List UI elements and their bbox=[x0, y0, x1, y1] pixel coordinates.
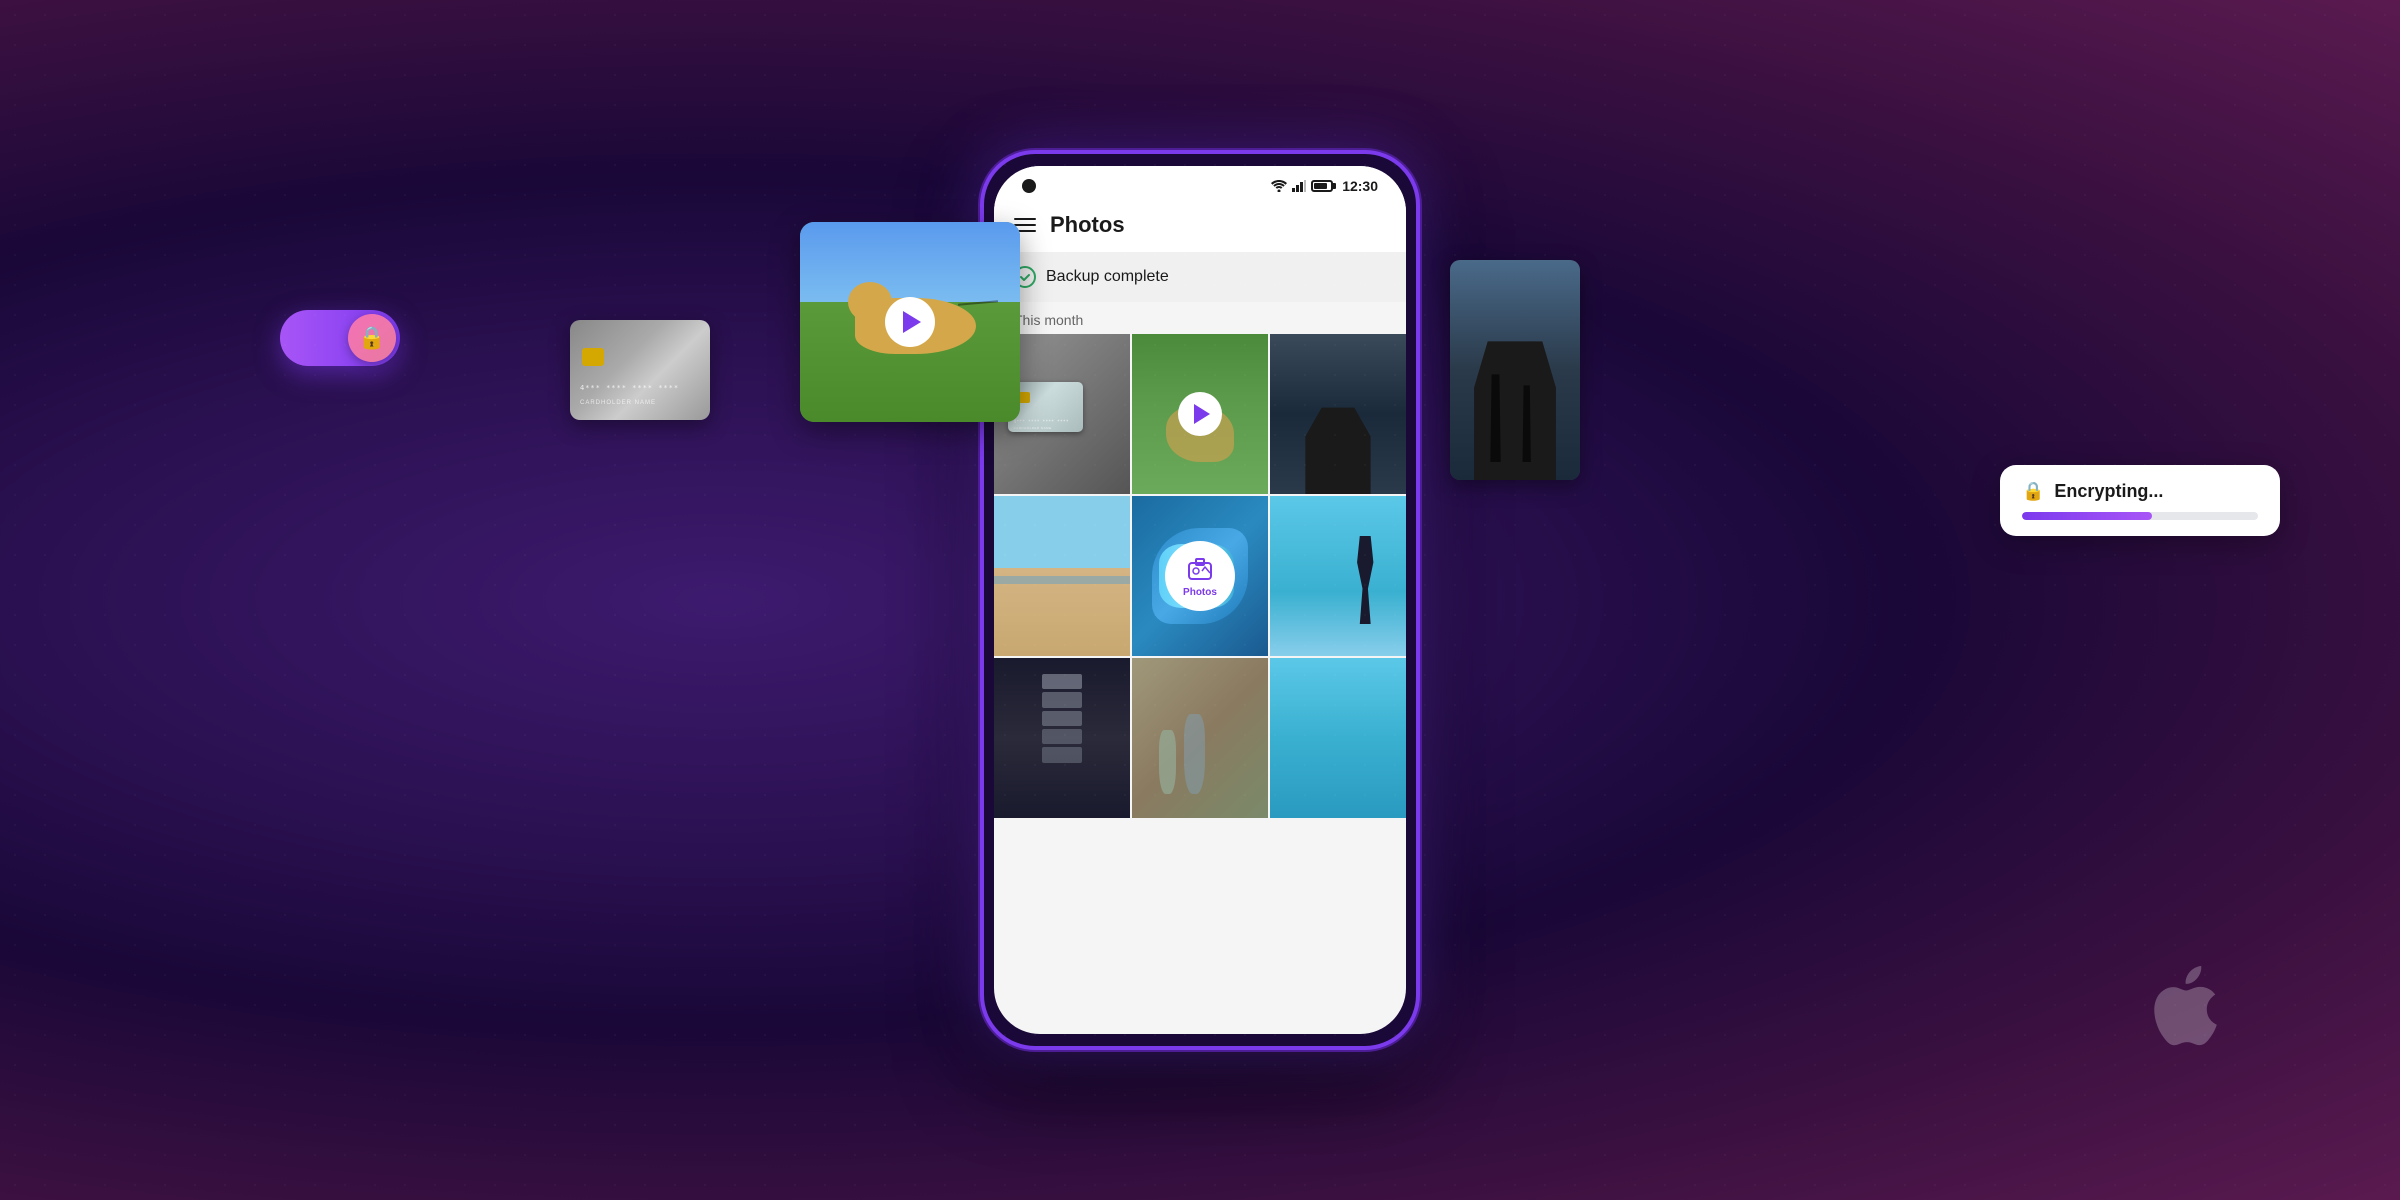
photo-cell-beach[interactable] bbox=[994, 496, 1130, 656]
signal-icon bbox=[1292, 180, 1306, 192]
arch-photo-float bbox=[1450, 260, 1580, 480]
lock-toggle-container: 🔒 bbox=[280, 310, 400, 366]
card-holder-name: CARDHOLDER NAME bbox=[580, 400, 656, 406]
card-number: 4*** **** **** **** bbox=[580, 384, 679, 392]
play-triangle-icon bbox=[1194, 404, 1210, 424]
app-header: Photos bbox=[994, 202, 1406, 252]
photo-cell-water[interactable] bbox=[1270, 658, 1406, 818]
photo-cell-dog-video[interactable] bbox=[1132, 334, 1268, 494]
lock-toggle-knob: 🔒 bbox=[348, 314, 396, 362]
photo-cell-fish[interactable]: Photos bbox=[1132, 496, 1268, 656]
status-icons: 12:30 bbox=[1271, 178, 1378, 194]
photos-icon bbox=[1186, 555, 1214, 583]
camera-dot bbox=[1022, 179, 1036, 193]
dog-video-play-button[interactable] bbox=[885, 297, 935, 347]
photo-grid: 4*** **** **** **** CARDHOLDER NAME bbox=[994, 334, 1406, 1034]
photo-cell-arch[interactable] bbox=[1270, 334, 1406, 494]
phone-frame: 12:30 Photos Ba bbox=[980, 150, 1420, 1050]
encrypting-toast: 🔒 Encrypting... bbox=[2000, 465, 2280, 536]
toast-progress-bar-fill bbox=[2022, 512, 2152, 520]
toast-encrypting-text: Encrypting... bbox=[2054, 481, 2163, 502]
phone-screen: 12:30 Photos Ba bbox=[994, 166, 1406, 1034]
apple-logo bbox=[2140, 960, 2220, 1060]
photos-circle-label: Photos bbox=[1183, 587, 1217, 598]
card-chip bbox=[582, 348, 604, 366]
screen-content: 12:30 Photos Ba bbox=[994, 166, 1406, 1034]
dog-video-float bbox=[800, 222, 1020, 422]
wifi-icon bbox=[1271, 180, 1287, 192]
phone-frame-wrapper: 12:30 Photos Ba bbox=[980, 150, 1420, 1050]
backup-banner: Backup complete bbox=[994, 252, 1406, 302]
checkmark-icon bbox=[1019, 271, 1031, 283]
toast-header: 🔒 Encrypting... bbox=[2022, 481, 2258, 502]
section-label: This month bbox=[994, 302, 1406, 334]
toast-progress-bar-bg bbox=[2022, 512, 2258, 520]
battery-icon bbox=[1311, 180, 1333, 192]
lock-icon: 🔒 bbox=[358, 325, 385, 351]
backup-text: Backup complete bbox=[1046, 268, 1169, 286]
photos-app-circle[interactable]: Photos bbox=[1165, 541, 1235, 611]
credit-card-photo: 4*** **** **** **** CARDHOLDER NAME bbox=[570, 320, 710, 420]
toast-lock-icon: 🔒 bbox=[2022, 481, 2044, 502]
photo-cell-xray[interactable] bbox=[994, 658, 1130, 818]
status-bar: 12:30 bbox=[994, 166, 1406, 202]
lock-toggle-switch[interactable]: 🔒 bbox=[280, 310, 400, 366]
play-button[interactable] bbox=[1178, 392, 1222, 436]
status-time: 12:30 bbox=[1342, 178, 1378, 194]
app-title: Photos bbox=[1050, 212, 1125, 238]
photo-cell-room[interactable] bbox=[1132, 658, 1268, 818]
photo-cell-woman[interactable] bbox=[1270, 496, 1406, 656]
